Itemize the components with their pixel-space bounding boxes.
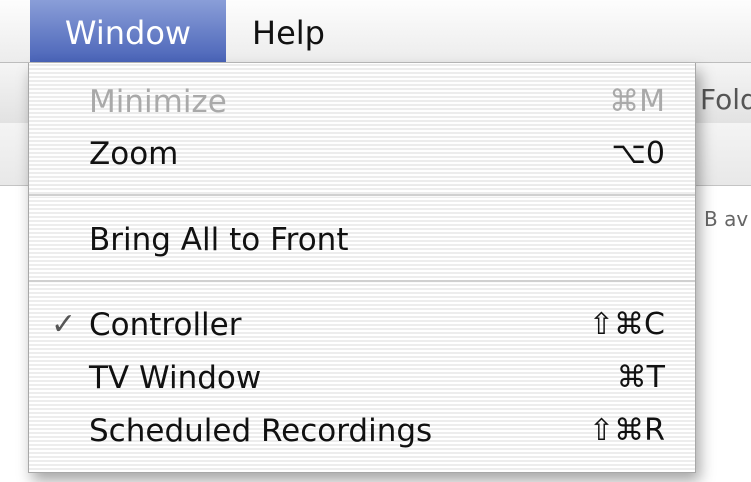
- menu-item-bring-all-to-front[interactable]: Bring All to Front: [29, 215, 695, 265]
- menu-item-shortcut: ⇧⌘R: [589, 413, 665, 448]
- menu-item-zoom[interactable]: Zoom ⌥0: [29, 129, 695, 179]
- background-status-text: B av: [704, 207, 749, 231]
- checkmark-icon: ✓: [51, 307, 77, 342]
- menu-bar-help[interactable]: Help: [252, 0, 325, 62]
- menu-item-label: Scheduled Recordings: [89, 413, 433, 449]
- background-toolbar-text: Fold: [700, 83, 751, 116]
- menu-item-minimize[interactable]: Minimize ⌘M: [29, 77, 695, 127]
- menu-separator: [29, 194, 695, 197]
- menu-item-tv-window[interactable]: TV Window ⌘T: [29, 353, 695, 403]
- menu-item-shortcut: ⇧⌘C: [588, 307, 665, 342]
- menu-item-label: Zoom: [89, 136, 179, 172]
- menu-item-shortcut: ⌥0: [611, 136, 665, 171]
- menu-bar-window[interactable]: Window: [30, 0, 226, 62]
- menu-item-label: Minimize: [89, 84, 227, 120]
- menu-item-shortcut: ⌘T: [616, 360, 665, 395]
- menu-item-shortcut: ⌘M: [609, 84, 665, 119]
- menu-separator: [29, 280, 695, 283]
- screen: Fold B av Window Help Minimize ⌘M Zoom ⌥…: [0, 0, 751, 482]
- menu-item-label: Bring All to Front: [89, 222, 349, 258]
- menu-item-label: TV Window: [89, 360, 262, 396]
- menu-item-label: Controller: [89, 307, 242, 343]
- menu-item-scheduled-recordings[interactable]: Scheduled Recordings ⇧⌘R: [29, 406, 695, 456]
- menu-item-controller[interactable]: ✓ Controller ⇧⌘C: [29, 300, 695, 350]
- window-menu-dropdown: Minimize ⌘M Zoom ⌥0 Bring All to Front ✓…: [28, 63, 696, 473]
- menu-bar: Window Help: [0, 0, 751, 63]
